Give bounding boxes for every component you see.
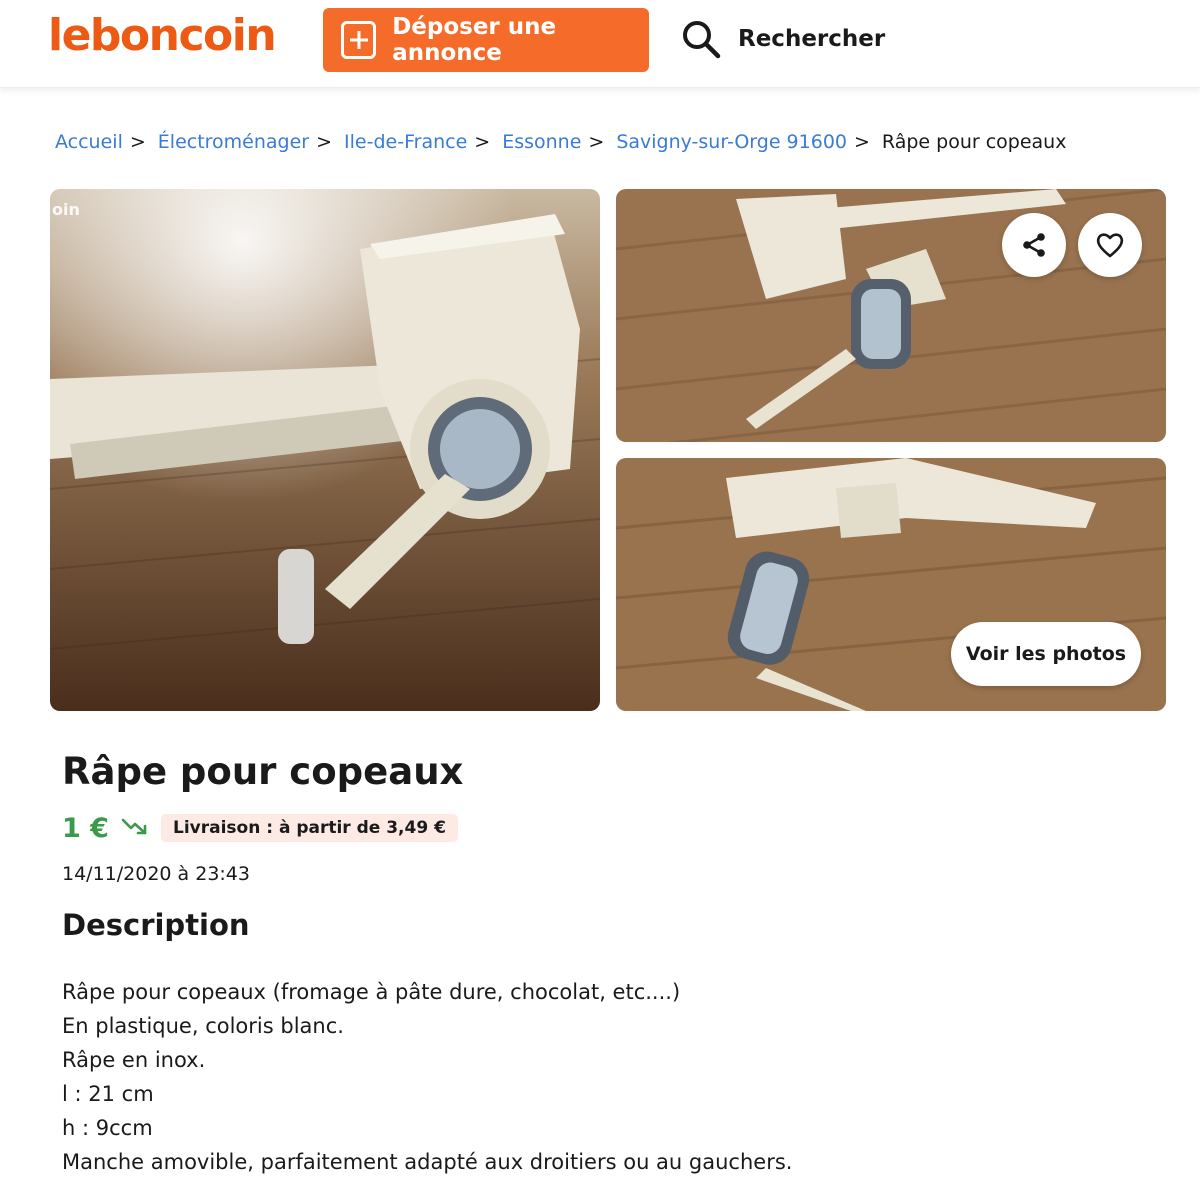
deposit-ad-button[interactable]: Déposer une annonce [323, 8, 649, 72]
search-icon [683, 21, 721, 59]
trend-down-icon [121, 816, 149, 840]
description-heading: Description [62, 908, 250, 942]
top-header: leboncoin Déposer une annonce Rechercher [0, 0, 1200, 88]
breadcrumb-separator: > [316, 131, 333, 153]
breadcrumb-current: Râpe pour copeaux [881, 131, 1067, 153]
breadcrumb-link-city[interactable]: Savigny-sur-Orge 91600 [616, 131, 847, 153]
breadcrumb-separator: > [588, 131, 605, 153]
search-label: Rechercher [738, 26, 886, 52]
breadcrumb: Accueil > Électroménager > Ile-de-France > … [55, 131, 1066, 153]
heart-icon [1096, 233, 1124, 258]
share-button[interactable] [1002, 213, 1066, 277]
see-photos-button[interactable]: Voir les photos [951, 622, 1141, 686]
main-photo[interactable] [50, 189, 600, 711]
breadcrumb-link-region[interactable]: Ile-de-France [344, 131, 467, 153]
description-line: Râpe pour copeaux (fromage à pâte dure, … [62, 980, 681, 1004]
breadcrumb-link-department[interactable]: Essonne [502, 131, 581, 153]
breadcrumb-link-accueil[interactable]: Accueil [55, 131, 123, 153]
favorite-button[interactable] [1078, 213, 1142, 277]
description-line: Râpe en inox. [62, 1048, 206, 1072]
share-icon [1023, 233, 1045, 257]
breadcrumb-separator: > [854, 131, 870, 153]
description-body: Râpe pour copeaux (fromage à pâte dure, … [62, 975, 792, 1179]
delivery-badge: Livraison : à partir de 3,49 € [160, 814, 458, 842]
ad-date: 14/11/2020 à 23:43 [62, 863, 250, 885]
photo-watermark: oin [52, 200, 80, 219]
price-row: 1 € Livraison : à partir de 3,49 € [62, 811, 458, 845]
deposit-ad-label: Déposer une annonce [392, 14, 557, 66]
plus-square-icon [341, 21, 377, 59]
ad-price: 1 € [62, 812, 109, 844]
breadcrumb-separator: > [129, 131, 146, 153]
description-line: En plastique, coloris blanc. [62, 1014, 344, 1038]
description-line: Manche amovible, parfaitement adapté aux… [62, 1150, 793, 1174]
ad-title: Râpe pour copeaux [62, 750, 464, 793]
description-line: h : 9ccm [62, 1116, 153, 1140]
description-line: l : 21 cm [62, 1082, 154, 1106]
breadcrumb-separator: > [474, 131, 491, 153]
breadcrumb-link-electromenager[interactable]: Électroménager [158, 131, 309, 153]
leboncoin-logo[interactable]: leboncoin [48, 10, 277, 61]
search-button[interactable]: Rechercher [680, 18, 885, 60]
